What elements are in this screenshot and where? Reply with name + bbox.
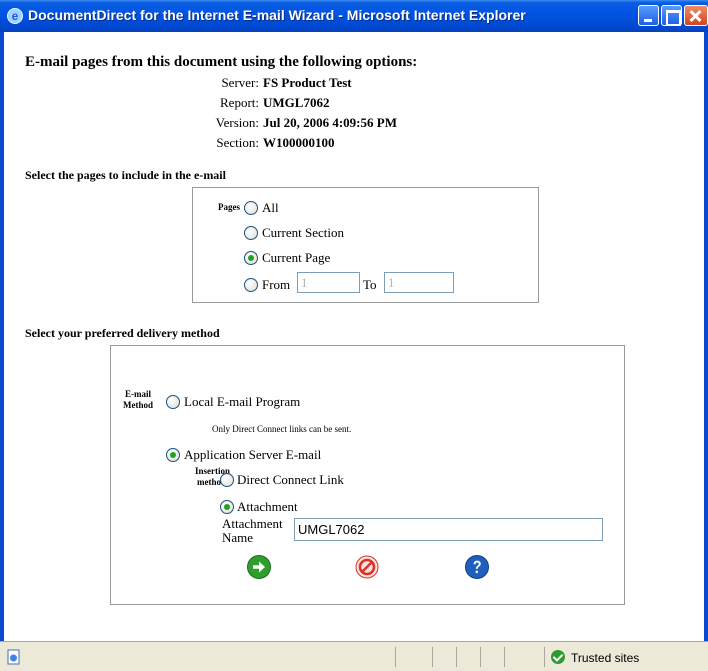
info-label: Report: xyxy=(220,95,259,110)
attachment-name-input[interactable] xyxy=(294,518,603,541)
radio-attachment-label[interactable]: Attachment xyxy=(237,499,298,515)
delivery-section-title: Select your preferred delivery method xyxy=(25,326,220,340)
radio-current-page-label[interactable]: Current Page xyxy=(262,250,330,266)
radio-current-section[interactable] xyxy=(244,226,258,240)
minimize-button[interactable] xyxy=(638,5,659,26)
trusted-sites-check-icon xyxy=(551,650,565,664)
red-cancel-icon[interactable] xyxy=(355,555,379,579)
radio-all-label[interactable]: All xyxy=(262,200,279,216)
info-value: UMGL7062 xyxy=(263,95,330,110)
radio-all[interactable] xyxy=(244,201,258,215)
to-label: To xyxy=(363,277,377,292)
pages-options-box: Pages All Current Section Current Page F… xyxy=(192,187,539,303)
from-page-input[interactable] xyxy=(297,272,360,293)
attachment-name-label-line1: Attachment xyxy=(222,516,283,531)
radio-local-email-program[interactable] xyxy=(166,395,180,409)
info-row-server: Server: FS Product Test xyxy=(4,75,704,97)
info-row-version: Version: Jul 20, 2006 4:09:56 PM xyxy=(4,115,704,137)
status-separator xyxy=(395,647,396,667)
radio-current-section-label[interactable]: Current Section xyxy=(262,225,344,241)
page-document-icon xyxy=(7,649,20,665)
radio-application-server-email-label[interactable]: Application Server E-mail xyxy=(184,447,321,463)
radio-direct-connect-link-label[interactable]: Direct Connect Link xyxy=(237,472,344,488)
radio-from-label[interactable]: From xyxy=(262,277,290,293)
status-separator xyxy=(480,647,481,667)
window-frame-right xyxy=(704,32,708,641)
page-content: E-mail pages from this document using th… xyxy=(4,32,704,640)
status-separator xyxy=(504,647,505,667)
info-value: Jul 20, 2006 4:09:56 PM xyxy=(263,115,397,130)
attachment-name-label-line2: Name xyxy=(222,530,254,545)
status-separator xyxy=(456,647,457,667)
window-title-bar[interactable]: e DocumentDirect for the Internet E-mail… xyxy=(0,0,708,32)
status-bar: Trusted sites xyxy=(0,641,708,671)
blue-help-icon[interactable] xyxy=(465,555,489,579)
radio-attachment[interactable] xyxy=(220,500,234,514)
close-button[interactable] xyxy=(684,5,708,26)
green-arrow-icon[interactable] xyxy=(247,555,271,579)
radio-current-page[interactable] xyxy=(244,251,258,265)
email-method-label-line1: E-mail xyxy=(125,389,151,399)
info-value: FS Product Test xyxy=(263,75,352,90)
delivery-options-box: E-mail Method Local E-mail Program Only … xyxy=(110,345,625,605)
window-title: DocumentDirect for the Internet E-mail W… xyxy=(28,7,526,23)
info-value: W100000100 xyxy=(263,135,335,150)
radio-local-email-program-label[interactable]: Local E-mail Program xyxy=(184,394,300,410)
status-separator xyxy=(544,647,545,667)
security-zone-text: Trusted sites xyxy=(571,651,640,665)
maximize-button[interactable] xyxy=(661,5,682,26)
local-email-note: Only Direct Connect links can be sent. xyxy=(212,424,352,434)
info-row-report: Report: UMGL7062 xyxy=(4,95,704,117)
info-label: Section: xyxy=(216,135,259,150)
internet-explorer-icon: e xyxy=(7,8,23,24)
email-method-label-line2: Method xyxy=(123,400,153,410)
status-separator xyxy=(432,647,433,667)
page-heading: E-mail pages from this document using th… xyxy=(25,54,418,70)
pages-group-label: Pages xyxy=(218,202,240,212)
pages-section-title: Select the pages to include in the e-mai… xyxy=(25,168,226,182)
radio-application-server-email[interactable] xyxy=(166,448,180,462)
to-page-input[interactable] xyxy=(384,272,454,293)
info-label: Version: xyxy=(215,115,259,130)
info-row-section: Section: W100000100 xyxy=(4,135,704,157)
info-label: Server: xyxy=(221,75,259,90)
radio-from[interactable] xyxy=(244,278,258,292)
radio-direct-connect-link[interactable] xyxy=(220,473,234,487)
